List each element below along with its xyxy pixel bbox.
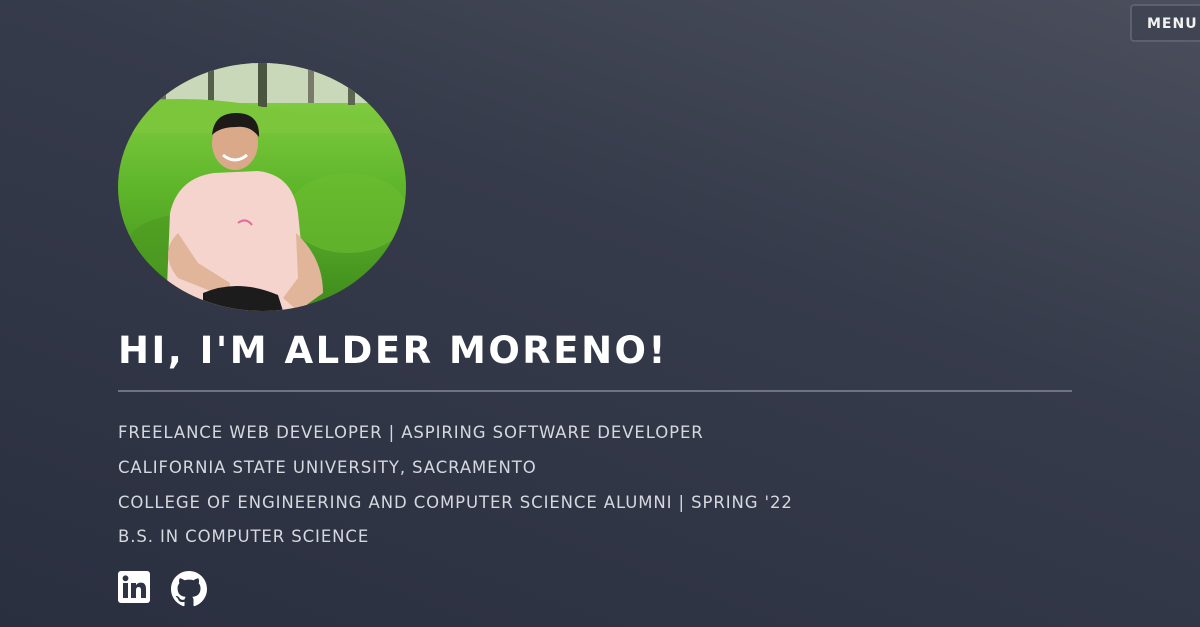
- degree-line: B.S. IN COMPUTER SCIENCE: [118, 527, 370, 546]
- github-link[interactable]: [171, 571, 207, 611]
- role-line: FREELANCE WEB DEVELOPER | ASPIRING SOFTW…: [118, 423, 704, 442]
- divider: [118, 390, 1072, 392]
- menu-button[interactable]: MENU: [1130, 4, 1200, 42]
- profile-photo: [118, 63, 406, 311]
- linkedin-link[interactable]: [118, 571, 150, 607]
- avatar: [118, 63, 406, 311]
- page-title: HI, I'M ALDER MORENO!: [118, 329, 668, 372]
- college-line: COLLEGE OF ENGINEERING AND COMPUTER SCIE…: [118, 493, 793, 512]
- university-line: CALIFORNIA STATE UNIVERSITY, SACRAMENTO: [118, 458, 537, 477]
- github-icon: [171, 571, 207, 607]
- linkedin-icon: [118, 571, 150, 603]
